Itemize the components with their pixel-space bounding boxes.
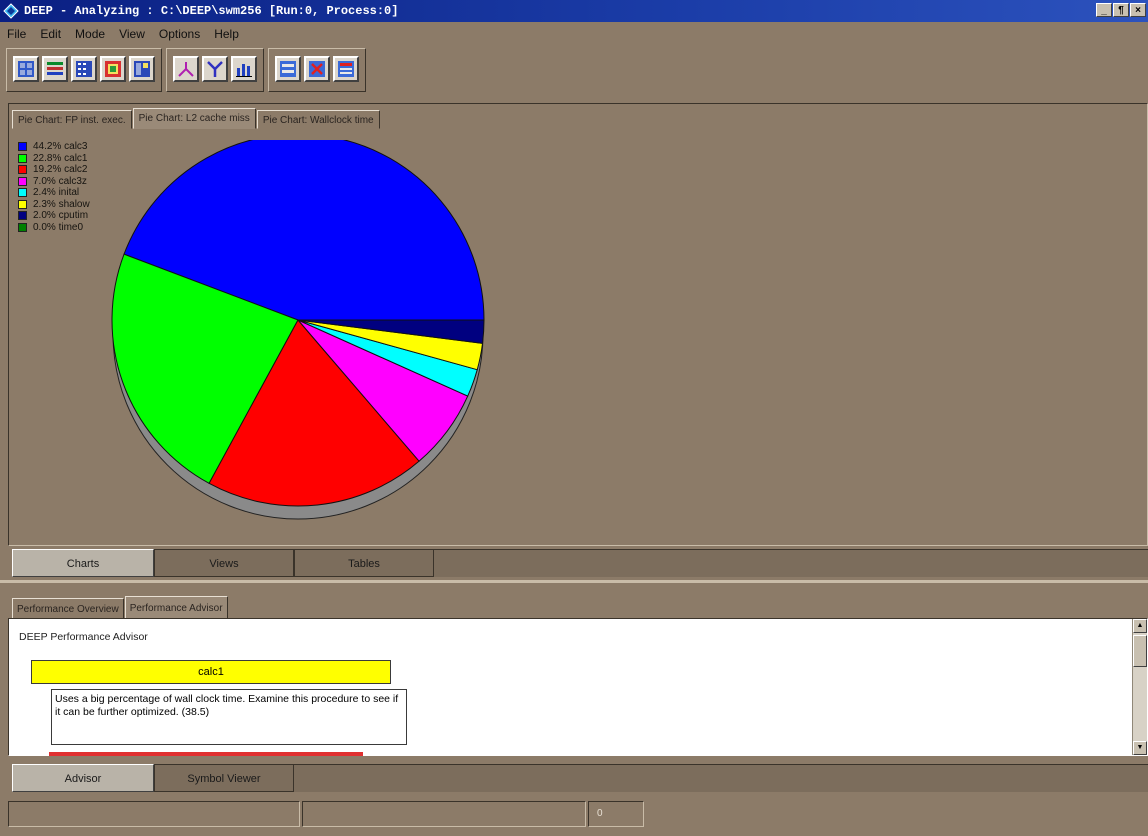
toolbar — [6, 48, 366, 92]
legend-item: 2.4% inital — [18, 187, 90, 199]
legend-swatch — [18, 222, 27, 232]
legend-swatch — [18, 153, 27, 163]
export-button[interactable] — [100, 56, 126, 82]
tab-performance-overview[interactable]: Performance Overview — [12, 598, 124, 619]
menu-options[interactable]: Options — [152, 25, 207, 43]
legend-item: 44.2% calc3 — [18, 141, 90, 153]
tab-advisor[interactable]: Advisor — [12, 764, 154, 792]
advisor-panel: DEEP Performance Advisor calc1 Uses a bi… — [8, 618, 1148, 756]
matrix-view-button[interactable] — [71, 56, 97, 82]
matrix-icon — [76, 61, 92, 77]
legend-swatch — [18, 211, 27, 221]
list-icon — [47, 62, 63, 75]
toolbar-group-graphs — [166, 48, 264, 92]
next-procedure-bar[interactable] — [49, 752, 363, 756]
legend-label: 2.4% inital — [33, 187, 80, 199]
legend-label: 7.0% calc3z — [33, 175, 87, 187]
grid-view-button[interactable] — [13, 56, 39, 82]
menu-mode[interactable]: Mode — [68, 25, 112, 43]
chart-legend: 44.2% calc3 22.8% calc1 19.2% calc2 7.0% ca… — [18, 141, 90, 233]
scroll-up-icon[interactable]: ▲ — [1133, 619, 1147, 633]
close-view-button[interactable] — [304, 56, 330, 82]
maximize-button[interactable]: ¶ — [1113, 3, 1129, 17]
legend-item: 2.0% cputim — [18, 210, 90, 222]
legend-swatch — [18, 176, 27, 186]
legend-swatch — [18, 199, 27, 209]
status-pane-left — [8, 801, 300, 827]
tab-charts[interactable]: Charts — [12, 549, 154, 577]
pie-chart — [111, 140, 485, 520]
close-button[interactable]: × — [1130, 3, 1146, 17]
legend-label: 0.0% time0 — [33, 221, 84, 233]
minimize-button[interactable]: _ — [1096, 3, 1112, 17]
tree-view-button[interactable] — [202, 56, 228, 82]
advisor-heading: DEEP Performance Advisor — [19, 631, 148, 643]
toolbar-group-views — [6, 48, 162, 92]
legend-label: 44.2% calc3 — [33, 141, 88, 153]
menu-bar: File Edit Mode View Options Help — [0, 25, 246, 43]
call-graph-button[interactable] — [173, 56, 199, 82]
advisor-scrollbar[interactable]: ▲ ▼ — [1132, 619, 1147, 755]
bottom-tab-strip: Advisor Symbol Viewer — [12, 764, 1148, 792]
call-graph-icon — [178, 62, 194, 77]
toolbar-group-windows — [268, 48, 366, 92]
tab-strip-filler — [294, 764, 1148, 792]
tab-views[interactable]: Views — [154, 549, 294, 577]
legend-label: 2.3% shalow — [33, 198, 90, 210]
split-icon — [134, 61, 150, 77]
perf-tab-strip: Performance Overview Performance Advisor — [12, 596, 229, 619]
legend-item: 19.2% calc2 — [18, 164, 90, 176]
status-pane-middle — [302, 801, 586, 827]
title-bar: DEEP - Analyzing : C:\DEEP\swm256 [Run:0… — [0, 0, 1148, 22]
compare-button[interactable] — [275, 56, 301, 82]
menu-file[interactable]: File — [0, 25, 33, 43]
tree-icon — [207, 61, 223, 77]
legend-label: 22.8% calc1 — [33, 152, 88, 164]
procedure-bar[interactable]: calc1 — [31, 660, 391, 684]
status-pane-count: 0 — [588, 801, 644, 827]
tab-strip-filler — [434, 549, 1148, 577]
split-view-button[interactable] — [129, 56, 155, 82]
legend-item: 0.0% time0 — [18, 222, 90, 234]
legend-label: 2.0% cputim — [33, 210, 89, 222]
table-view-icon — [338, 61, 354, 77]
menu-edit[interactable]: Edit — [33, 25, 68, 43]
bar-chart-button[interactable] — [231, 56, 257, 82]
scroll-down-icon[interactable]: ▼ — [1133, 741, 1147, 755]
close-view-icon — [309, 61, 325, 77]
compare-icon — [280, 61, 296, 77]
menu-help[interactable]: Help — [207, 25, 246, 43]
view-tab-strip: Charts Views Tables — [12, 549, 1148, 577]
bar-chart-icon — [236, 64, 252, 77]
table-view-button[interactable] — [333, 56, 359, 82]
grid-icon — [18, 61, 34, 77]
legend-label: 19.2% calc2 — [33, 164, 88, 176]
scroll-thumb[interactable] — [1133, 635, 1147, 667]
legend-item: 7.0% calc3z — [18, 176, 90, 188]
status-bar: 0 — [8, 801, 644, 827]
tab-performance-advisor[interactable]: Performance Advisor — [124, 596, 228, 619]
legend-swatch — [18, 188, 27, 198]
window-title: DEEP - Analyzing : C:\DEEP\swm256 [Run:0… — [24, 4, 399, 18]
legend-item: 2.3% shalow — [18, 199, 90, 211]
legend-swatch — [18, 142, 27, 152]
legend-swatch — [18, 165, 27, 175]
app-logo-icon — [3, 3, 19, 19]
legend-item: 22.8% calc1 — [18, 153, 90, 165]
tab-symbol-viewer[interactable]: Symbol Viewer — [154, 764, 294, 792]
tab-tables[interactable]: Tables — [294, 549, 434, 577]
export-icon — [105, 61, 121, 77]
menu-view[interactable]: View — [112, 25, 152, 43]
list-view-button[interactable] — [42, 56, 68, 82]
advice-text: Uses a big percentage of wall clock time… — [51, 689, 407, 745]
panel-splitter[interactable] — [0, 580, 1148, 583]
